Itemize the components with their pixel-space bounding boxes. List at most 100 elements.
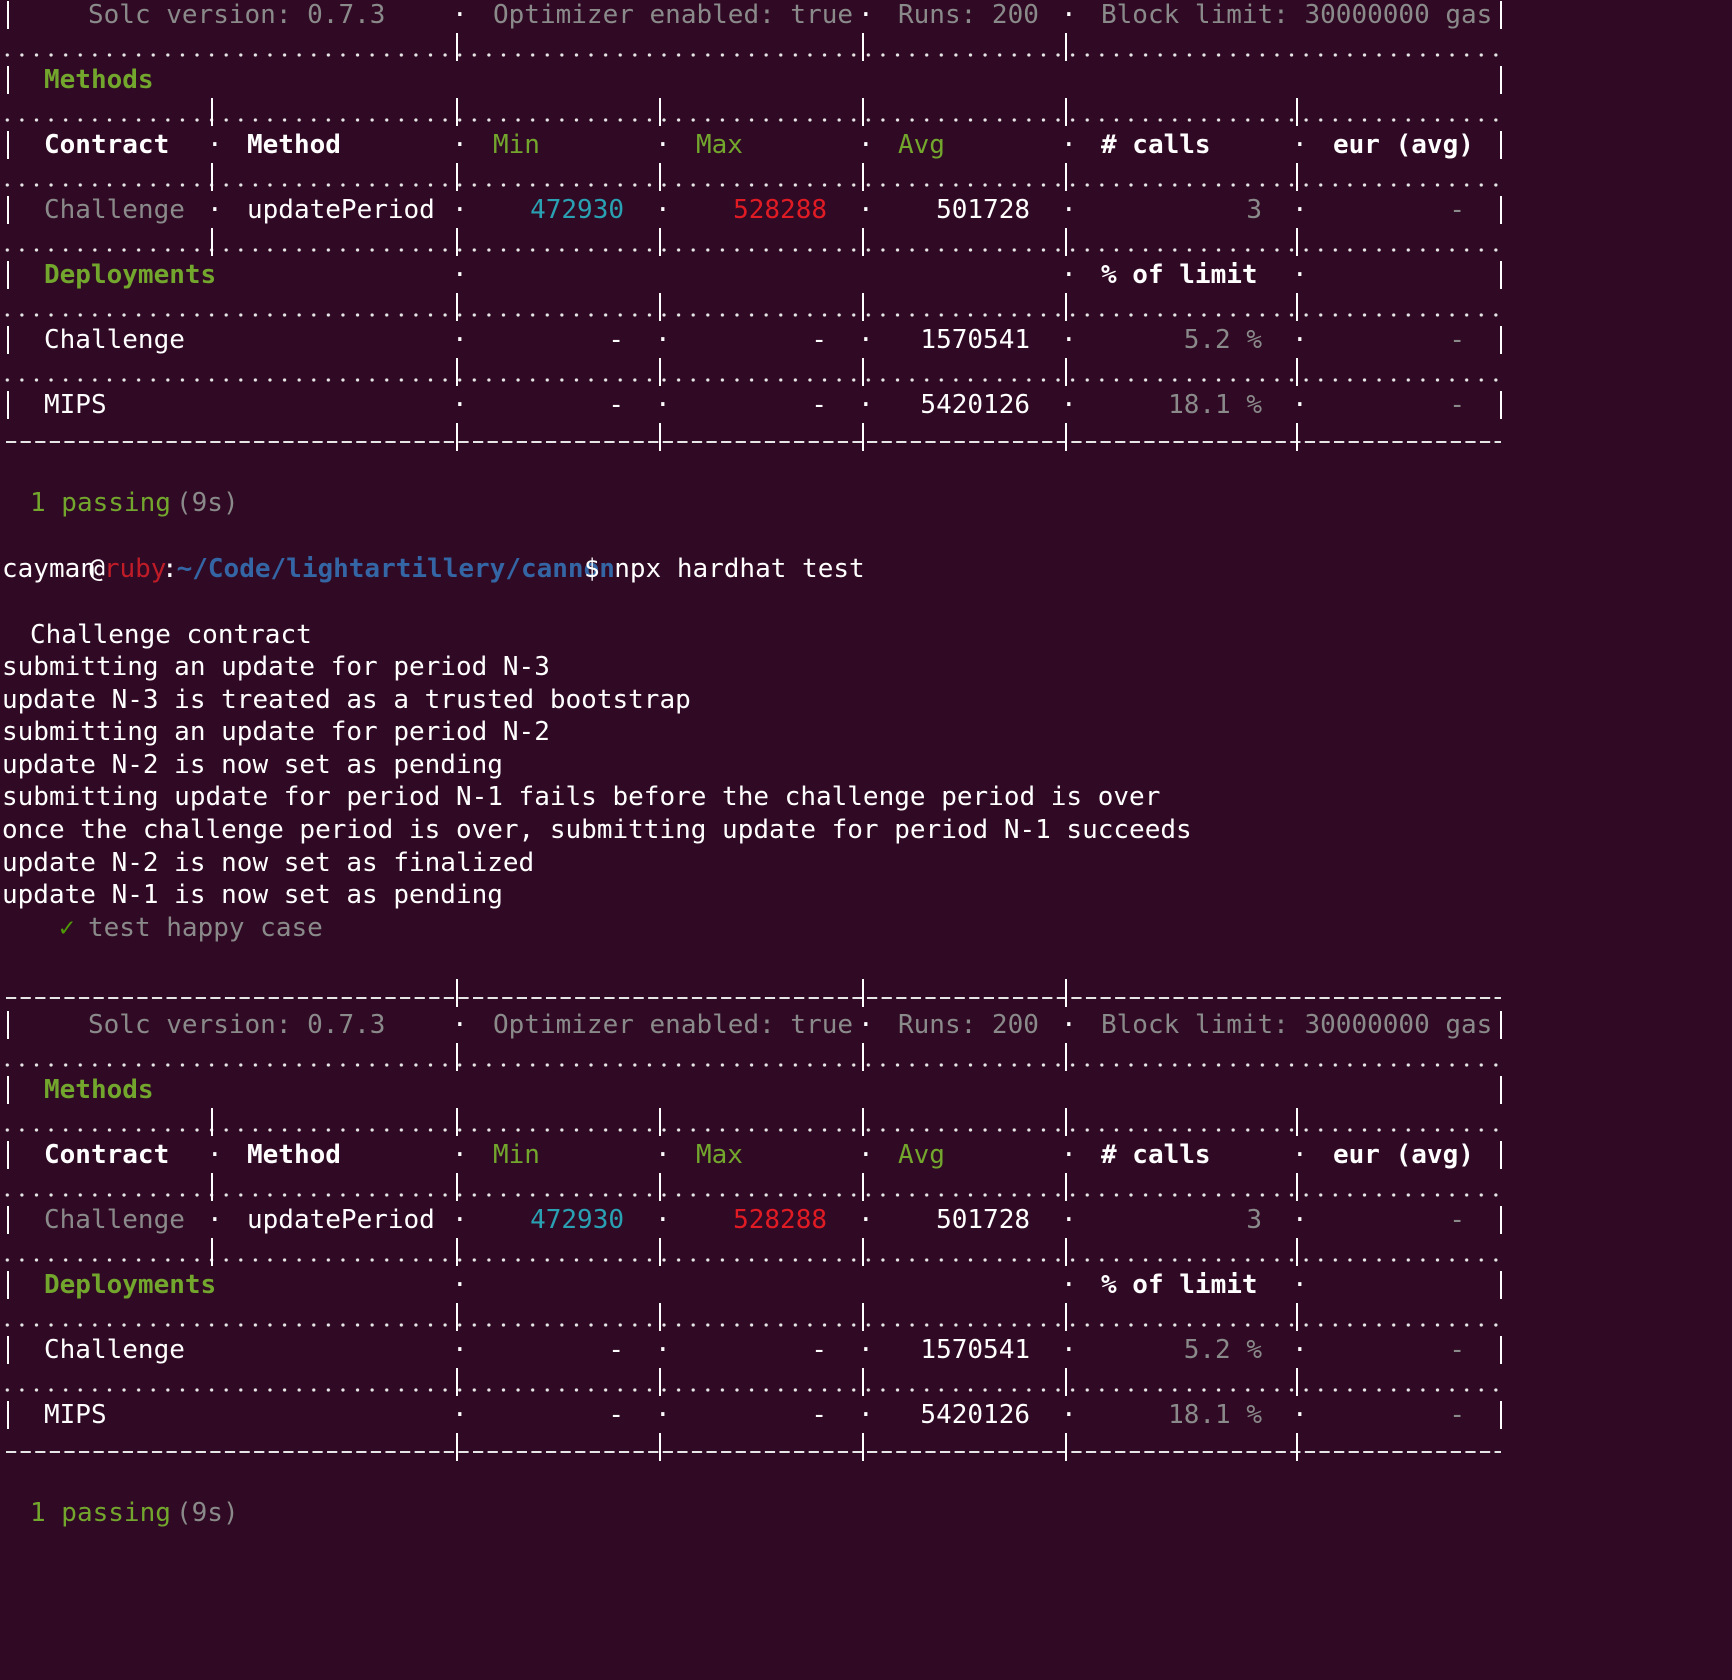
column-separator — [456, 1043, 458, 1071]
method-contract: Challenge — [44, 1205, 185, 1235]
pct-limit-label: % of limit — [1101, 1270, 1258, 1300]
gas-report-1-methods-row: Methods — [0, 62, 1732, 98]
column-separator — [1296, 1108, 1298, 1136]
method-avg: 501728 — [936, 195, 1030, 225]
column-separator — [1065, 423, 1067, 451]
column-separator — [7, 391, 9, 419]
column-separator — [862, 423, 864, 451]
separator-dot: · — [452, 1335, 468, 1365]
log-text: update N-2 is now set as pending — [2, 749, 503, 780]
separator-dot: · — [858, 1335, 874, 1365]
column-separator — [862, 1173, 864, 1201]
column-separator — [1296, 1368, 1298, 1396]
gas-report-2-method-row: Challenge · updatePeriod · 472930 · 528288 · 501… — [0, 1202, 1732, 1238]
separator-dot: · — [207, 1140, 223, 1170]
methods-label: Methods — [44, 1075, 154, 1105]
runs-count: Runs: 200 — [898, 1010, 1039, 1040]
column-separator — [1065, 1238, 1067, 1266]
deployment-eur: - — [1449, 325, 1465, 355]
column-separator — [659, 98, 661, 126]
gas-report-2-deployments-row: Deployments · · % of limit · — [0, 1267, 1732, 1303]
deployment-pct: 18.1 % — [1168, 390, 1262, 420]
header-contract: Contract — [44, 130, 170, 160]
method-calls: 3 — [1246, 1205, 1262, 1235]
prompt-user: cayman — [2, 554, 96, 584]
column-separator — [862, 293, 864, 321]
deployment-name: MIPS — [44, 1400, 107, 1430]
gas-report-1-deployments-row: Deployments · · % of limit · — [0, 257, 1732, 293]
deployments-label: Deployments — [44, 1270, 217, 1300]
column-separator — [862, 163, 864, 191]
separator-dot: · — [207, 130, 223, 160]
deployment-avg: 5420126 — [920, 1400, 1030, 1430]
gas-report-2-config-row: Solc version: 0.7.3 · Optimizer enabled: t… — [0, 1007, 1732, 1043]
gas-report-2-deployment-row: MIPS · - · - · 5420126 · 18.1 % · - — [0, 1397, 1732, 1433]
separator-dot: · — [1061, 195, 1077, 225]
column-separator — [456, 1108, 458, 1136]
column-separator — [862, 33, 864, 61]
log-text: update N-1 is now set as pending — [2, 880, 503, 911]
prompt-line[interactable]: cayman @ ruby: ~/Code/lightartillery/cannon… — [0, 551, 1732, 587]
dots — [0, 1128, 1501, 1132]
column-separator — [7, 1141, 9, 1169]
column-separator — [7, 131, 9, 159]
method-name: updatePeriod — [247, 195, 435, 225]
separator-dot: · — [452, 325, 468, 355]
deployment-min: - — [608, 1335, 624, 1365]
test-name: test happy case — [88, 913, 323, 943]
column-separator — [1500, 391, 1502, 419]
column-separator — [7, 1271, 9, 1299]
log-line: submitting update for period N-1 fails b… — [0, 779, 1732, 815]
dots — [0, 1323, 1501, 1327]
passing-duration: (9s) — [176, 488, 239, 518]
separator-dot: · — [1061, 390, 1077, 420]
column-separator — [456, 33, 458, 61]
column-separator — [7, 1401, 9, 1429]
deployment-min: - — [608, 325, 624, 355]
method-min: 472930 — [530, 1205, 624, 1235]
column-separator — [456, 163, 458, 191]
column-separator — [456, 358, 458, 386]
column-separator — [1296, 1173, 1298, 1201]
terminal-window[interactable]: Solc version: 0.7.3 · Optimizer enabled: t… — [0, 0, 1732, 1680]
suite-name: Challenge contract — [30, 620, 312, 650]
header-max: Max — [696, 1140, 743, 1170]
column-separator — [659, 1238, 661, 1266]
column-separator — [862, 228, 864, 256]
column-separator — [1500, 1141, 1502, 1169]
passing-line-2: 1 passing (9s) — [0, 1495, 1732, 1531]
gas-report-1-rule — [0, 159, 1732, 195]
separator-dot: · — [452, 1010, 468, 1040]
column-separator — [1500, 1206, 1502, 1234]
deployment-name: Challenge — [44, 1335, 185, 1365]
separator-dot: · — [1292, 195, 1308, 225]
separator-dot: · — [452, 260, 468, 290]
prompt-host: ruby — [103, 554, 167, 584]
separator-dot: · — [1292, 1400, 1308, 1430]
separator-dot: · — [1292, 1335, 1308, 1365]
column-separator — [7, 1, 9, 29]
test-result-line: ✓ test happy case — [0, 910, 1732, 946]
column-separator — [862, 1433, 864, 1461]
solc-version: Solc version: 0.7.3 — [88, 1010, 386, 1040]
separator-dot: · — [655, 130, 671, 160]
dashed-rule — [6, 441, 1501, 443]
dots — [0, 53, 1501, 57]
method-eur: - — [1449, 195, 1465, 225]
dashed-rule — [6, 1451, 1501, 1453]
column-separator — [7, 1011, 9, 1039]
pct-limit-label: % of limit — [1101, 260, 1258, 290]
column-separator — [659, 1433, 661, 1461]
block-limit: Block limit: 30000000 gas — [1101, 1010, 1493, 1040]
column-separator — [862, 1303, 864, 1331]
separator-dot: · — [1061, 130, 1077, 160]
column-separator — [659, 163, 661, 191]
log-line: once the challenge period is over, submi… — [0, 812, 1732, 848]
gas-report-2-bottom-rule — [0, 1429, 1732, 1465]
column-separator — [7, 1076, 9, 1104]
column-separator — [1500, 261, 1502, 289]
column-separator — [211, 1173, 213, 1201]
deployment-eur: - — [1449, 1400, 1465, 1430]
column-separator — [1065, 1303, 1067, 1331]
gas-report-2-rule — [0, 1104, 1732, 1140]
